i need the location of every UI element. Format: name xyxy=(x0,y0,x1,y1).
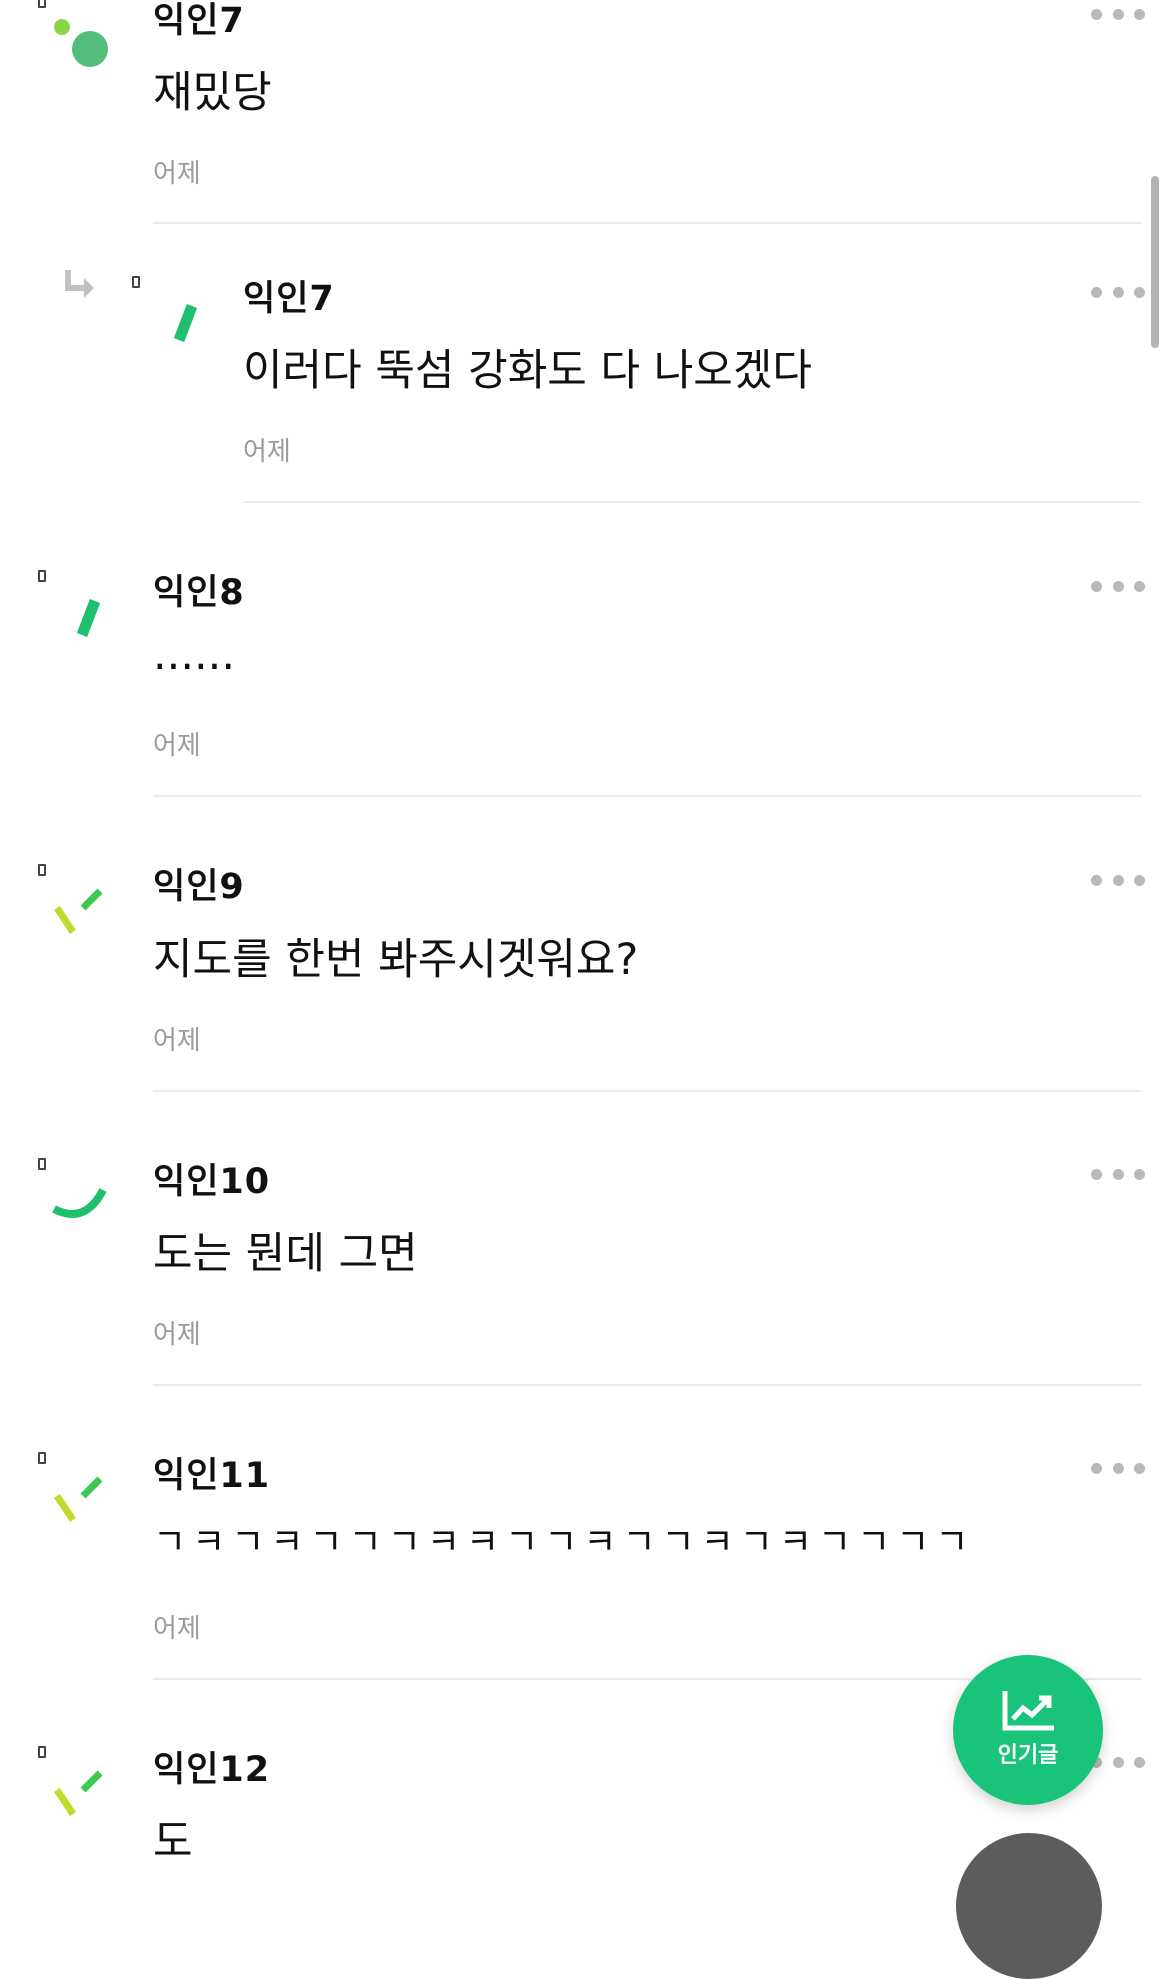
comment-text: ...... xyxy=(153,630,236,680)
avatar-slash-icon xyxy=(76,599,101,637)
comment-author: 익인12 xyxy=(153,1750,271,1790)
avatar-slash-icon xyxy=(173,304,198,342)
comment-author: 익인8 xyxy=(153,573,245,613)
avatar-double-dash-icon xyxy=(54,888,103,934)
comment-text: 재밌당 xyxy=(153,68,272,118)
comment-author: 익인9 xyxy=(153,867,245,907)
comment-badge xyxy=(38,0,46,8)
comment-badge xyxy=(132,276,140,288)
more-options-icon[interactable] xyxy=(1091,873,1145,887)
comment-text: 도 xyxy=(153,1817,193,1867)
trend-chart-icon xyxy=(1002,1691,1054,1731)
divider xyxy=(153,222,1141,224)
more-options-icon[interactable] xyxy=(1091,285,1145,299)
comment-badge xyxy=(38,1746,46,1758)
divider xyxy=(243,501,1141,503)
more-options-icon[interactable] xyxy=(1091,1755,1145,1769)
avatar-double-dash-icon xyxy=(54,1770,103,1816)
popular-posts-label: 인기글 xyxy=(997,1743,1059,1768)
more-options-icon[interactable] xyxy=(1091,579,1145,593)
comment-badge xyxy=(38,1158,46,1170)
floating-action-button[interactable] xyxy=(956,1833,1102,1979)
avatar-smile-icon xyxy=(52,1188,107,1218)
scrollbar[interactable] xyxy=(1151,176,1159,348)
comment-time: 어제 xyxy=(153,159,201,189)
comment-author: 익인11 xyxy=(153,1456,271,1496)
comment-badge xyxy=(38,570,46,582)
comment-text: ㄱㅋㄱㅋㄱㄱㄱㅋㅋㄱㄱㅋㄱㄱㅋㄱㅋㄱㄱㄱㄱ xyxy=(153,1522,975,1563)
comment-text: 지도를 한번 봐주시겟워요? xyxy=(153,935,639,985)
comment-badge xyxy=(38,864,46,876)
avatar-double-dash-icon xyxy=(54,1476,103,1522)
divider xyxy=(153,1384,1141,1386)
divider xyxy=(153,795,1141,797)
comment-author: 익인10 xyxy=(153,1162,271,1202)
popular-posts-button[interactable]: 인기글 xyxy=(953,1655,1103,1805)
comment-text: 도는 뭔데 그면 xyxy=(153,1229,418,1279)
comment-time: 어제 xyxy=(153,731,201,761)
more-options-icon[interactable] xyxy=(1091,7,1145,21)
comment-time: 어제 xyxy=(243,437,291,467)
reply-arrow-icon xyxy=(65,270,94,298)
comment-author: 익인7 xyxy=(243,279,335,319)
more-options-icon[interactable] xyxy=(1091,1461,1145,1475)
comment-text: 이러다 뚝섬 강화도 다 나오겠다 xyxy=(243,346,812,396)
comment-time: 어제 xyxy=(153,1614,201,1644)
avatar-dots-icon xyxy=(54,19,108,67)
comment-time: 어제 xyxy=(153,1320,201,1350)
divider xyxy=(153,1090,1141,1092)
comment-author: 익인7 xyxy=(153,1,245,41)
comment-badge xyxy=(38,1452,46,1464)
comment-time: 어제 xyxy=(153,1026,201,1056)
more-options-icon[interactable] xyxy=(1091,1167,1145,1181)
